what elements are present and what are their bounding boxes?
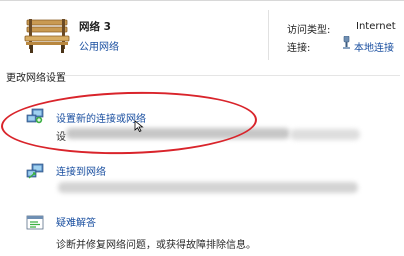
highlight-ellipse: [0, 88, 258, 158]
section-divider: [62, 75, 400, 76]
network-name: 网络 3: [79, 21, 111, 33]
top-border: [0, 0, 404, 1]
task-connect-network-link[interactable]: 连接到网络: [56, 163, 106, 178]
header-divider: [268, 10, 269, 60]
redacted-text: [290, 129, 360, 140]
connect-network-icon: [26, 163, 44, 179]
task-troubleshoot-link[interactable]: 疑难解答: [56, 214, 96, 229]
troubleshoot-icon: [26, 215, 44, 230]
redacted-text: [58, 182, 358, 193]
mouse-cursor-icon: [134, 120, 144, 132]
connection-value-link[interactable]: 本地连接: [354, 39, 394, 54]
access-type-label: 访问类型:: [287, 25, 331, 36]
network-type-link[interactable]: 公用网络: [79, 38, 119, 53]
access-type-value: Internet: [356, 21, 396, 32]
connection-label: 连接:: [287, 43, 311, 54]
bench-icon: [24, 19, 70, 53]
task-troubleshoot-desc: 诊断并修复网络问题，或获得故障排除信息。: [56, 240, 256, 251]
section-title: 更改网络设置: [6, 73, 66, 84]
ethernet-plug-icon: [343, 36, 350, 49]
